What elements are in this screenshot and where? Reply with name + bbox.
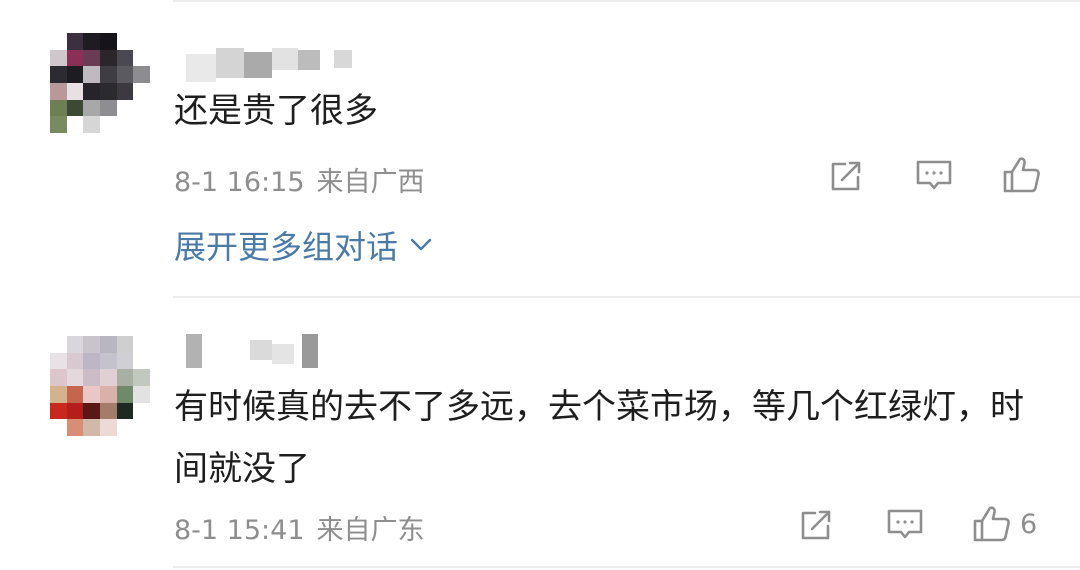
comment-text: 还是贵了很多 — [174, 91, 378, 131]
username-blurred[interactable] — [186, 334, 326, 368]
comment-icon — [916, 160, 952, 190]
comment-meta: 8-1 15:41 来自广东 — [174, 508, 425, 547]
share-button[interactable] — [828, 158, 864, 194]
expand-conversation-link[interactable]: 展开更多组对话 — [174, 222, 432, 268]
expand-conversation-label: 展开更多组对话 — [174, 228, 399, 266]
comment-location: 来自广东 — [316, 515, 425, 546]
comment-button[interactable] — [915, 158, 953, 194]
avatar[interactable] — [50, 33, 150, 133]
divider — [173, 296, 1080, 298]
like-icon — [973, 506, 1010, 542]
share-button[interactable] — [798, 507, 834, 543]
username-blurred[interactable] — [186, 48, 356, 82]
comment-button[interactable] — [886, 507, 924, 543]
like-button[interactable] — [1002, 155, 1050, 195]
avatar[interactable] — [50, 336, 150, 436]
comment-icon — [887, 509, 923, 539]
like-count: 6 — [1020, 508, 1038, 540]
comment-text: 有时候真的去不了多远，去个菜市场，等几个红绿灯，时间就没了 — [174, 387, 1024, 489]
comment-meta: 8-1 16:15 来自广西 — [174, 160, 425, 199]
comment-time: 8-1 15:41 — [174, 515, 305, 546]
comment-time: 8-1 16:15 — [174, 167, 305, 198]
like-button[interactable]: 6 — [972, 504, 1037, 544]
share-icon — [831, 161, 861, 191]
divider-top — [173, 0, 1080, 2]
like-icon — [1003, 157, 1040, 193]
divider-bottom — [173, 566, 1080, 568]
share-icon — [801, 510, 831, 540]
chevron-down-icon — [410, 238, 432, 251]
comment-location: 来自广西 — [316, 167, 425, 198]
